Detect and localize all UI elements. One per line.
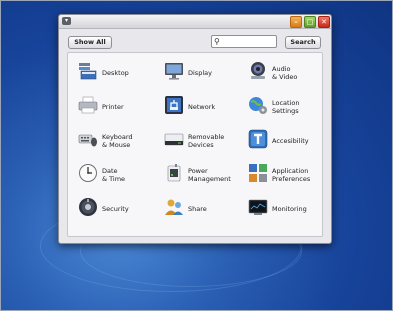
preferences-panel: Desktop Display Audio & Video Printer Ne… [67, 52, 323, 237]
maximize-button[interactable]: □ [304, 16, 316, 28]
search-field[interactable]: ⚲ [211, 35, 277, 48]
title-bar: ▾ – □ ✕ [59, 15, 331, 29]
minimize-icon: – [294, 18, 298, 26]
pref-item-network[interactable]: Network [164, 93, 244, 121]
pref-label: Security [102, 205, 129, 213]
application-preferences-icon [248, 163, 268, 183]
pref-label: Accesibility [272, 137, 309, 145]
search-input[interactable] [222, 36, 274, 47]
pref-item-monitoring[interactable]: Monitoring [248, 195, 328, 223]
pref-label: Desktop [102, 69, 129, 77]
pref-item-power-management[interactable]: Power Management [164, 161, 244, 189]
pref-item-date-time[interactable]: Date & Time [78, 161, 158, 189]
removable-devices-icon [164, 129, 184, 149]
pref-label: Printer [102, 103, 124, 111]
pref-item-application-preferences[interactable]: Application Preferences [248, 161, 328, 189]
pref-label: Display [188, 69, 212, 77]
pref-item-keyboard-mouse[interactable]: Keyboard & Mouse [78, 127, 158, 155]
pref-item-removable-devices[interactable]: Removable Devices [164, 127, 244, 155]
pref-label: Keyboard & Mouse [102, 133, 133, 149]
search-icon: ⚲ [214, 37, 220, 46]
monitoring-icon [248, 197, 268, 217]
pref-item-accessibility[interactable]: Accesibility [248, 127, 328, 155]
clock-icon [78, 163, 98, 183]
control-panel-window: ▾ – □ ✕ Show All ⚲ Search Desktop Displa… [58, 14, 332, 244]
location-settings-icon [248, 95, 268, 115]
security-icon [78, 197, 98, 217]
pref-label: Location Settings [272, 99, 300, 115]
display-icon [164, 61, 184, 81]
audio-video-icon [248, 61, 268, 81]
pref-item-location-settings[interactable]: Location Settings [248, 93, 328, 121]
power-management-icon [164, 163, 184, 183]
pref-label: Date & Time [102, 167, 126, 183]
pref-label: Network [188, 103, 216, 111]
pref-label: Application Preferences [272, 167, 311, 183]
pref-item-printer[interactable]: Printer [78, 93, 158, 121]
network-icon [164, 95, 184, 115]
keyboard-mouse-icon [78, 129, 98, 149]
close-button[interactable]: ✕ [318, 16, 330, 28]
search-button[interactable]: Search [285, 36, 321, 49]
pref-label: Monitoring [272, 205, 307, 213]
printer-icon [78, 95, 98, 115]
maximize-icon: □ [306, 18, 314, 26]
pref-label: Removable Devices [188, 133, 225, 149]
pref-item-desktop[interactable]: Desktop [78, 59, 158, 87]
window-menu-button[interactable]: ▾ [62, 17, 71, 25]
pref-label: Share [188, 205, 207, 213]
desktop-icon [78, 61, 98, 81]
share-icon [164, 197, 184, 217]
pref-item-share[interactable]: Share [164, 195, 244, 223]
pref-item-audio-video[interactable]: Audio & Video [248, 59, 328, 87]
window-menu-icon: ▾ [64, 17, 68, 24]
minimize-button[interactable]: – [290, 16, 302, 28]
pref-item-security[interactable]: Security [78, 195, 158, 223]
accessibility-icon [248, 129, 268, 149]
pref-item-display[interactable]: Display [164, 59, 244, 87]
pref-label: Audio & Video [272, 65, 298, 81]
show-all-button[interactable]: Show All [68, 36, 112, 49]
close-icon: ✕ [321, 18, 327, 26]
pref-label: Power Management [188, 167, 231, 183]
